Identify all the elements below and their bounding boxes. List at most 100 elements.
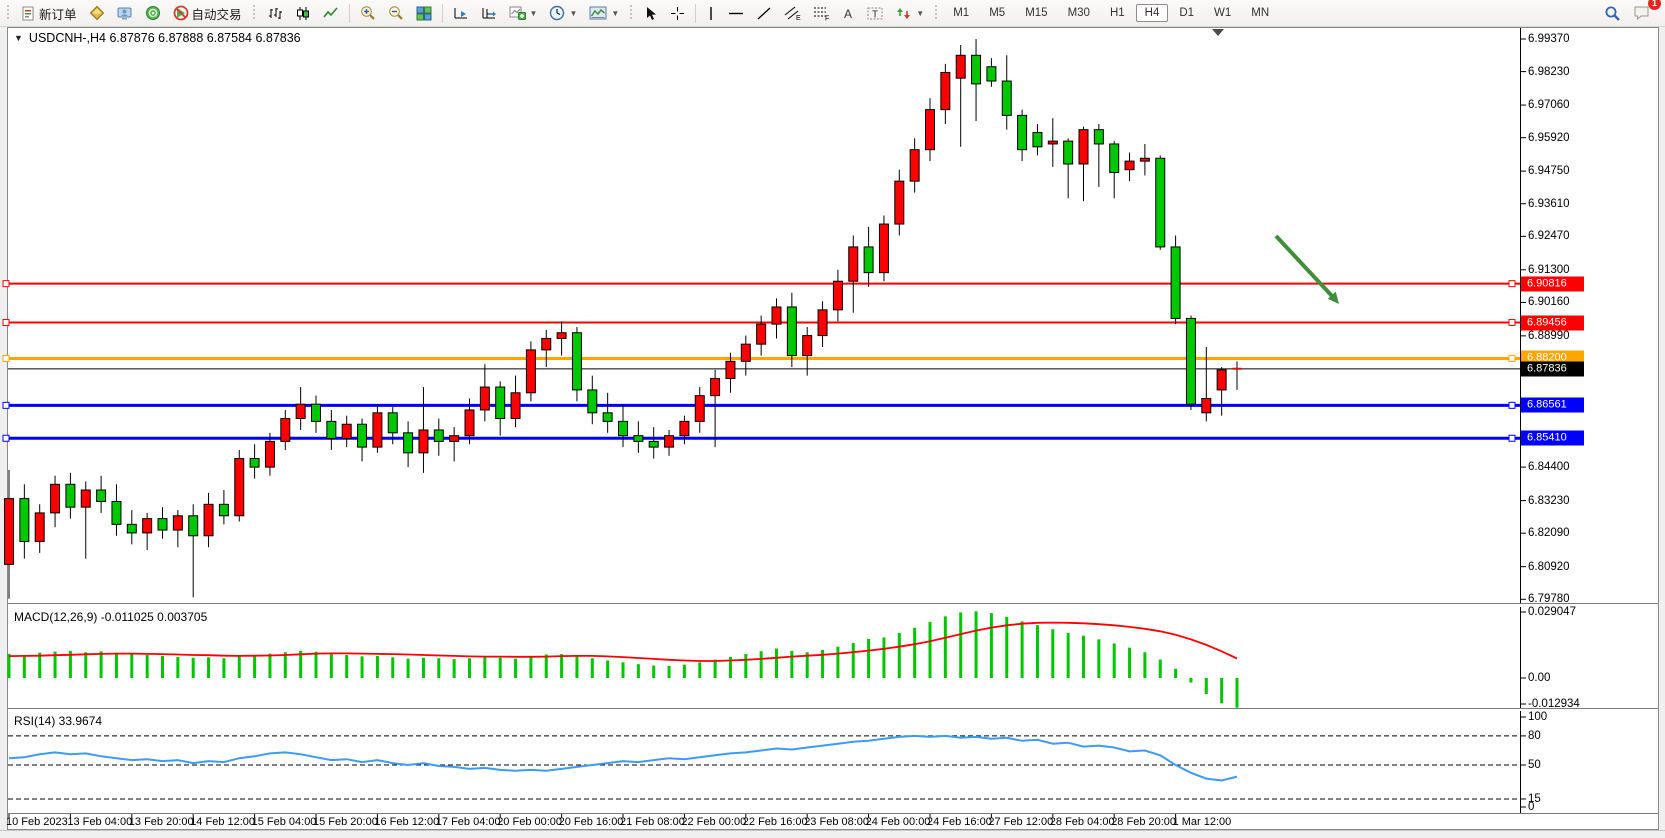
macd-histogram-bar bbox=[775, 649, 778, 678]
macd-histogram-bar bbox=[1189, 678, 1192, 683]
macd-histogram-bar bbox=[176, 657, 179, 678]
macd-histogram-bar bbox=[115, 653, 118, 678]
horizontal-line-tool-button[interactable] bbox=[723, 1, 749, 25]
macd-histogram-bar bbox=[898, 633, 901, 678]
vertical-line-tool-button[interactable] bbox=[701, 1, 721, 25]
chart-shift-button[interactable] bbox=[476, 1, 502, 25]
line-chart-button[interactable] bbox=[318, 1, 344, 25]
candle-body bbox=[849, 247, 858, 281]
candle-body bbox=[158, 519, 167, 530]
line-anchor-handle[interactable] bbox=[1509, 355, 1515, 361]
candle-body bbox=[757, 324, 766, 344]
macd-histogram-bar bbox=[483, 657, 486, 678]
macd-histogram-bar bbox=[207, 657, 210, 678]
candlestick-chart-button[interactable] bbox=[290, 1, 316, 25]
auto-scroll-icon bbox=[453, 6, 469, 21]
svg-text:T: T bbox=[872, 9, 878, 20]
equidistant-channel-tool-button[interactable]: E bbox=[779, 1, 806, 25]
line-anchor-handle[interactable] bbox=[3, 355, 9, 361]
notifications-button[interactable]: 1 bbox=[1628, 1, 1656, 25]
new-order-button[interactable]: 新订单 bbox=[16, 1, 82, 25]
macd-histogram-bar bbox=[1128, 648, 1131, 678]
timeframe-button-mn[interactable]: MN bbox=[1242, 4, 1278, 22]
timeframe-toolbar: M1M5M15M30H1H4D1W1MN bbox=[943, 4, 1279, 22]
indicators-menu-button[interactable]: ▼ bbox=[504, 1, 543, 25]
line-chart-icon bbox=[323, 6, 339, 21]
line-anchor-handle[interactable] bbox=[1509, 320, 1515, 326]
toolbar-grip[interactable] bbox=[933, 4, 939, 22]
macd-histogram-bar bbox=[790, 651, 793, 678]
auto-trading-toggle[interactable]: 自动交易 bbox=[168, 1, 247, 25]
crosshair-tool-button[interactable] bbox=[665, 1, 690, 25]
timeframe-button-m30[interactable]: M30 bbox=[1059, 4, 1099, 22]
candle-body bbox=[235, 459, 244, 516]
candle-body bbox=[480, 387, 489, 410]
zoom-in-icon bbox=[360, 5, 376, 21]
macd-histogram-bar bbox=[1174, 669, 1177, 678]
candle-body bbox=[649, 441, 658, 447]
candle-body bbox=[511, 393, 520, 419]
toolbar-grip[interactable] bbox=[628, 4, 634, 22]
line-anchor-handle[interactable] bbox=[1509, 435, 1515, 441]
arrows-tool-button[interactable]: ▼ bbox=[891, 1, 929, 25]
timeframe-button-m5[interactable]: M5 bbox=[980, 4, 1014, 22]
market-watch-button[interactable] bbox=[112, 1, 138, 25]
candle-body bbox=[388, 413, 397, 433]
macd-histogram-bar bbox=[683, 665, 686, 678]
macd-histogram-bar bbox=[100, 651, 103, 678]
text-tool-button[interactable]: A bbox=[837, 1, 860, 25]
macd-histogram-bar bbox=[959, 612, 962, 678]
macd-histogram-bar bbox=[1220, 678, 1223, 703]
toolbar-grip[interactable] bbox=[251, 4, 257, 22]
line-anchor-handle[interactable] bbox=[3, 402, 9, 408]
macd-histogram-bar bbox=[944, 616, 947, 678]
candle-body bbox=[127, 524, 136, 533]
macd-histogram-bar bbox=[146, 655, 149, 678]
candle-body bbox=[956, 55, 965, 78]
candle-body bbox=[1186, 318, 1195, 404]
macd-histogram-bar bbox=[975, 611, 978, 678]
candle-body bbox=[51, 484, 60, 513]
search-button[interactable] bbox=[1599, 1, 1626, 25]
candle-body bbox=[465, 410, 474, 436]
cursor-tool-button[interactable] bbox=[639, 1, 663, 25]
signals-button[interactable] bbox=[140, 1, 166, 25]
line-anchor-handle[interactable] bbox=[3, 281, 9, 287]
zoom-out-button[interactable] bbox=[383, 1, 409, 25]
timeframe-button-m15[interactable]: M15 bbox=[1016, 4, 1056, 22]
timeframe-button-m1[interactable]: M1 bbox=[944, 4, 978, 22]
timeframe-button-h1[interactable]: H1 bbox=[1101, 4, 1134, 22]
chevron-down-icon: ▼ bbox=[611, 9, 619, 18]
new-order-label: 新订单 bbox=[39, 4, 77, 23]
line-anchor-handle[interactable] bbox=[3, 435, 9, 441]
bar-chart-button[interactable] bbox=[262, 1, 288, 25]
candle-body bbox=[1079, 130, 1088, 164]
clock-icon bbox=[549, 5, 565, 21]
line-anchor-handle[interactable] bbox=[1509, 281, 1515, 287]
candle-body bbox=[910, 150, 919, 181]
tile-windows-button[interactable] bbox=[411, 1, 437, 25]
candle-body bbox=[265, 441, 274, 467]
candle-body bbox=[711, 378, 720, 395]
timeframe-button-d1[interactable]: D1 bbox=[1170, 4, 1203, 22]
trendline-tool-button[interactable] bbox=[751, 1, 777, 25]
periods-menu-button[interactable]: ▼ bbox=[544, 1, 582, 25]
chevron-down-icon: ▼ bbox=[530, 9, 538, 18]
line-anchor-handle[interactable] bbox=[3, 320, 9, 326]
candle-body bbox=[143, 519, 152, 533]
macd-histogram-bar bbox=[652, 666, 655, 678]
auto-scroll-button[interactable] bbox=[448, 1, 474, 25]
line-anchor-handle[interactable] bbox=[1509, 402, 1515, 408]
timeframe-button-h4[interactable]: H4 bbox=[1136, 4, 1169, 22]
templates-menu-button[interactable]: ▼ bbox=[584, 1, 624, 25]
zoom-in-button[interactable] bbox=[355, 1, 381, 25]
toolbar-grip[interactable] bbox=[5, 4, 11, 22]
candle-body bbox=[864, 247, 873, 273]
profiles-button[interactable] bbox=[84, 1, 110, 25]
text-icon: A bbox=[842, 6, 855, 21]
candle-body bbox=[296, 404, 305, 418]
timeframe-button-w1[interactable]: W1 bbox=[1205, 4, 1240, 22]
candle-body bbox=[327, 421, 336, 438]
fibonacci-tool-button[interactable]: F bbox=[808, 1, 835, 25]
text-label-tool-button[interactable]: T bbox=[862, 1, 889, 25]
